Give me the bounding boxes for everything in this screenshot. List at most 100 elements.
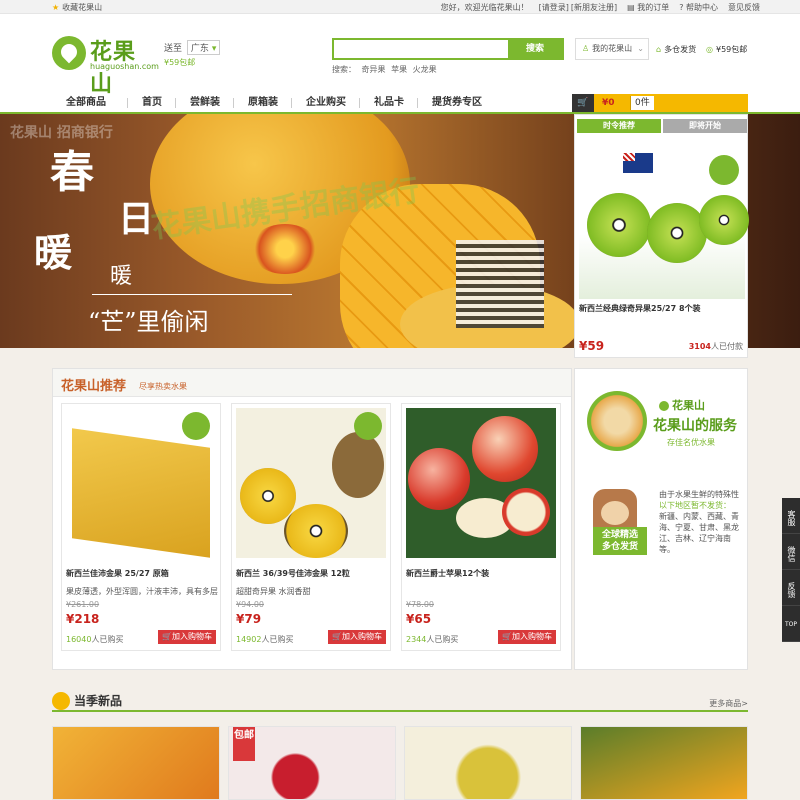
hot-keyword[interactable]: 奇异果 bbox=[362, 65, 386, 74]
season-product-card[interactable] bbox=[52, 726, 220, 800]
paid-suffix: 人已付款 bbox=[711, 342, 743, 351]
add-to-cart-button[interactable]: 🛒加入购物车 bbox=[158, 630, 216, 644]
hot-label: 搜索： bbox=[332, 65, 356, 74]
product-sold: 14902人已购买 bbox=[236, 634, 293, 645]
top-bar: ★ 收藏花果山 您好，欢迎光临花果山！ [请登录] [新朋友注册] ▤ 我的订单 … bbox=[0, 0, 800, 14]
product-card[interactable]: 新西兰爵士苹果12个装 ¥78.00 ¥65 2344人已购买 🛒加入购物车 bbox=[401, 403, 561, 651]
favorite-label: 收藏花果山 bbox=[62, 3, 103, 12]
orders-label: 我的订单 bbox=[637, 3, 670, 12]
section-subtitle: 尽享热卖水果 bbox=[139, 382, 187, 391]
season-section-header: 当季新品 更多商品> bbox=[52, 690, 748, 712]
cart-icon: 🛒 bbox=[332, 632, 342, 641]
nav-corporate[interactable]: 企业购买 bbox=[292, 94, 360, 112]
product-old-price: ¥94.00 bbox=[236, 600, 264, 609]
register-link[interactable]: [新朋友注册] bbox=[571, 2, 617, 13]
peach-logo-icon bbox=[52, 36, 86, 70]
hot-keyword[interactable]: 苹果 bbox=[391, 65, 407, 74]
shipping-note: ¥59包邮 bbox=[164, 58, 196, 67]
nav-trial-pack[interactable]: 尝鲜装 bbox=[176, 94, 234, 112]
product-image bbox=[66, 408, 216, 558]
search-box: 搜索 bbox=[332, 38, 564, 60]
feedback-button[interactable]: 反馈 bbox=[782, 570, 800, 606]
product-card[interactable]: 新西兰佳沛金果 25/27 原箱 果皮薄透，外型浑圆，汁液丰沛，具有多层次...… bbox=[61, 403, 221, 651]
site-logo[interactable]: 花果山 huaguoshan.com bbox=[52, 36, 159, 97]
delivery-region: 送至 广东 ▾ ¥59包邮 bbox=[164, 40, 221, 68]
season-product-card[interactable] bbox=[404, 726, 572, 800]
service-brand: 花果山 bbox=[659, 397, 705, 413]
header: 花果山 huaguoshan.com 送至 广东 ▾ ¥59包邮 搜索 搜索： 奇… bbox=[0, 14, 800, 97]
floating-sidebar: 客服 微信 反馈 TOP bbox=[782, 498, 800, 642]
tab-seasonal[interactable]: 时令推荐 bbox=[577, 119, 661, 133]
search-button[interactable]: 搜索 bbox=[508, 40, 562, 58]
add-to-cart-label: 加入购物车 bbox=[512, 632, 552, 641]
section-title: 花果山推荐 bbox=[61, 379, 127, 394]
product-price: ¥65 bbox=[406, 612, 432, 626]
cart-bar[interactable]: 🛒 ¥0 0件 bbox=[572, 94, 748, 112]
season-product-card[interactable] bbox=[580, 726, 748, 800]
sold-suffix: 人已购买 bbox=[91, 635, 124, 644]
sold-number: 16040 bbox=[66, 635, 92, 644]
kiwi-product-image[interactable] bbox=[579, 137, 749, 299]
my-account-dropdown[interactable]: ♙ 我的花果山 ⌄ bbox=[575, 38, 649, 60]
kiwi-half-image bbox=[587, 193, 651, 257]
product-name: 新西兰爵士苹果12个装 bbox=[406, 569, 490, 578]
back-to-top-button[interactable]: TOP bbox=[782, 606, 800, 642]
cart-icon: 🛒 bbox=[572, 94, 594, 112]
free-shipping-label: ¥59包邮 bbox=[715, 45, 748, 54]
login-link[interactable]: [请登录] bbox=[539, 2, 569, 13]
kiwi-half-image bbox=[699, 195, 749, 245]
help-link[interactable]: ? 帮助中心 bbox=[679, 2, 718, 13]
nav-gift-card[interactable]: 礼品卡 bbox=[360, 94, 418, 112]
wechat-button[interactable]: 微信 bbox=[782, 534, 800, 570]
feedback-link[interactable]: 意见反馈 bbox=[728, 2, 760, 13]
note-highlight: 以下地区暂不发货： bbox=[659, 501, 731, 510]
monkey-mascot-icon bbox=[587, 391, 647, 451]
product-sold: 2344人已购买 bbox=[406, 634, 458, 645]
warehouse-label: 多仓发货 bbox=[601, 542, 638, 552]
nav-voucher[interactable]: 提货券专区 bbox=[418, 94, 496, 112]
region-select[interactable]: 广东 ▾ bbox=[186, 40, 221, 55]
season-product-card[interactable]: 包邮 bbox=[228, 726, 396, 800]
add-to-cart-button[interactable]: 🛒加入购物车 bbox=[328, 630, 386, 644]
product-image bbox=[406, 408, 556, 558]
sold-number: 2344 bbox=[406, 635, 427, 644]
kiwi-whole-image bbox=[332, 432, 384, 498]
warehouse-service: ⌂ 多仓发货 bbox=[656, 44, 696, 55]
help-icon: ? bbox=[679, 3, 684, 12]
more-products-link[interactable]: 更多商品> bbox=[709, 698, 748, 709]
favorite-link[interactable]: ★ 收藏花果山 bbox=[52, 2, 102, 13]
search-input[interactable] bbox=[334, 40, 506, 58]
nav-original-box[interactable]: 原箱装 bbox=[234, 94, 292, 112]
sold-number: 14902 bbox=[236, 635, 262, 644]
free-shipping-tag: 包邮 bbox=[233, 727, 255, 761]
nz-flag-icon bbox=[623, 153, 653, 173]
orders-link[interactable]: ▤ 我的订单 bbox=[627, 2, 669, 13]
hot-keyword[interactable]: 火龙果 bbox=[413, 65, 437, 74]
product-price: ¥79 bbox=[236, 612, 262, 626]
zespri-badge-icon bbox=[182, 412, 210, 440]
seasonal-product-name[interactable]: 新西兰经典绿奇异果25/27 8个装 bbox=[579, 303, 701, 314]
nav-all-products[interactable]: 全部商品 bbox=[52, 94, 128, 112]
caret-down-icon: ▾ bbox=[211, 44, 217, 54]
kiwi-image bbox=[284, 504, 348, 558]
lemon-icon bbox=[52, 692, 70, 710]
region-value: 广东 bbox=[190, 44, 209, 54]
peach-logo-icon bbox=[659, 401, 669, 411]
seasonal-product-price: ¥59 bbox=[579, 339, 605, 353]
nav-home[interactable]: 首页 bbox=[128, 94, 176, 112]
add-to-cart-label: 加入购物车 bbox=[172, 632, 212, 641]
add-to-cart-button[interactable]: 🛒加入购物车 bbox=[498, 630, 556, 644]
tab-upcoming[interactable]: 即将开始 bbox=[663, 119, 747, 133]
product-card[interactable]: 新西兰 36/39号佳沛金果 12粒 超甜奇异果 水润香甜 ¥94.00 ¥79… bbox=[231, 403, 391, 651]
chevron-down-icon: ⌄ bbox=[637, 44, 644, 53]
cart-amount: ¥0 bbox=[602, 98, 615, 108]
service-brand-label: 花果山 bbox=[672, 399, 705, 412]
season-products: 包邮 bbox=[52, 726, 748, 800]
gold-kiwi-box-image bbox=[72, 428, 210, 558]
hot-searches: 搜索： 奇异果 苹果 火龙果 bbox=[332, 64, 440, 75]
service-slogan: 存佳名优水果 bbox=[667, 438, 715, 447]
customer-service-button[interactable]: 客服 bbox=[782, 498, 800, 534]
service-panel: 花果山 花果山的服务 存佳名优水果 全球精选 多仓发货 由于水果生鲜的特殊性 以下… bbox=[574, 368, 748, 670]
qr-code bbox=[456, 240, 544, 328]
apple-slice-image bbox=[502, 488, 550, 536]
